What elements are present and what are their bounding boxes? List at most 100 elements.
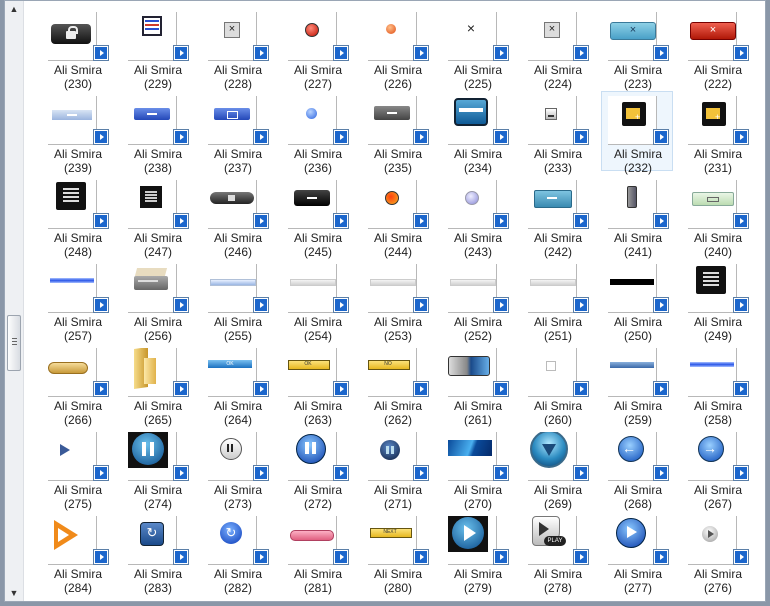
icon-shape bbox=[696, 266, 726, 294]
file-tile[interactable]: Ali Smira (276) bbox=[681, 511, 753, 595]
file-number-label: (229) bbox=[143, 77, 172, 91]
file-tile[interactable]: × Ali Smira (222) bbox=[681, 7, 753, 91]
file-tile[interactable]: → Ali Smira (267) bbox=[681, 427, 753, 511]
file-tile[interactable]: Ali Smira (243) bbox=[441, 175, 513, 259]
icon-shape: ↻ bbox=[140, 522, 164, 546]
file-number-label: (225) bbox=[463, 77, 492, 91]
file-number-label: (270) bbox=[463, 497, 492, 511]
shortcut-arrow-icon bbox=[654, 466, 668, 480]
file-tile[interactable]: Ali Smira (226) bbox=[361, 7, 433, 91]
file-tile[interactable]: Ali Smira (241) bbox=[601, 175, 673, 259]
file-number-label: (231) bbox=[703, 161, 732, 175]
file-tile[interactable]: Ali Smira (234) bbox=[441, 91, 513, 175]
icon-shape bbox=[68, 26, 78, 34]
file-tile[interactable]: Ali Smira (284) bbox=[41, 511, 113, 595]
file-author-label: Ali Smira bbox=[293, 483, 342, 497]
file-tile[interactable]: Ali Smira (252) bbox=[441, 259, 513, 343]
file-tile[interactable]: PLAY Ali Smira (278) bbox=[521, 511, 593, 595]
file-tile[interactable]: × Ali Smira (223) bbox=[601, 7, 673, 91]
shortcut-arrow-icon bbox=[414, 466, 428, 480]
file-tile[interactable]: NEXT Ali Smira (280) bbox=[361, 511, 433, 595]
file-author-label: Ali Smira bbox=[613, 315, 662, 329]
file-tile[interactable]: Ali Smira (257) bbox=[41, 259, 113, 343]
icon-shape bbox=[48, 362, 88, 374]
file-tile[interactable]: Ali Smira (250) bbox=[601, 259, 673, 343]
file-tile[interactable]: Ali Smira (240) bbox=[681, 175, 753, 259]
file-tile[interactable]: Ali Smira (259) bbox=[601, 343, 673, 427]
file-tile[interactable]: Ali Smira (244) bbox=[361, 175, 433, 259]
file-tile[interactable]: Ali Smira (277) bbox=[601, 511, 673, 595]
file-tile[interactable]: Ali Smira (258) bbox=[681, 343, 753, 427]
file-tile[interactable]: Ali Smira (272) bbox=[281, 427, 353, 511]
file-tile[interactable]: Ali Smira (238) bbox=[121, 91, 193, 175]
file-tile[interactable]: Ali Smira (271) bbox=[361, 427, 433, 511]
file-author-label: Ali Smira bbox=[53, 147, 102, 161]
file-tile[interactable]: Ali Smira (246) bbox=[201, 175, 273, 259]
file-tile[interactable]: ← Ali Smira (268) bbox=[601, 427, 673, 511]
file-number-label: (278) bbox=[543, 581, 572, 595]
file-tile[interactable]: × Ali Smira (228) bbox=[201, 7, 273, 91]
file-number-label: (253) bbox=[383, 329, 412, 343]
scroll-thumb[interactable] bbox=[7, 315, 21, 371]
file-tile[interactable]: Ali Smira (242) bbox=[521, 175, 593, 259]
icon-shape bbox=[448, 356, 490, 376]
blue-orb-icon bbox=[528, 432, 577, 481]
scroll-up-button[interactable]: ▲ bbox=[6, 1, 22, 17]
file-author-label: Ali Smira bbox=[453, 147, 502, 161]
file-tile[interactable]: OK Ali Smira (263) bbox=[281, 343, 353, 427]
file-author-label: Ali Smira bbox=[53, 399, 102, 413]
shortcut-arrow-icon bbox=[414, 550, 428, 564]
light-blue-bar-icon bbox=[208, 264, 257, 313]
red-close-tab-icon: × bbox=[688, 12, 737, 61]
file-tile[interactable]: Ali Smira (281) bbox=[281, 511, 353, 595]
file-tile[interactable]: Ali Smira (237) bbox=[201, 91, 273, 175]
file-tile[interactable]: × Ali Smira (224) bbox=[521, 7, 593, 91]
file-tile[interactable]: ↻ Ali Smira (282) bbox=[201, 511, 273, 595]
file-tile[interactable]: Ali Smira (273) bbox=[201, 427, 273, 511]
file-tile[interactable]: Ali Smira (236) bbox=[281, 91, 353, 175]
file-tile[interactable]: Ali Smira (266) bbox=[41, 343, 113, 427]
file-tile[interactable]: Ali Smira (256) bbox=[121, 259, 193, 343]
file-tile[interactable]: Ali Smira (247) bbox=[121, 175, 193, 259]
file-tile[interactable]: NO Ali Smira (262) bbox=[361, 343, 433, 427]
file-tile[interactable]: Ali Smira (253) bbox=[361, 259, 433, 343]
shortcut-arrow-icon bbox=[654, 46, 668, 60]
file-author-label: Ali Smira bbox=[53, 483, 102, 497]
icon-shape bbox=[228, 195, 235, 201]
file-tile[interactable]: Ali Smira (230) bbox=[41, 7, 113, 91]
file-tile[interactable]: Ali Smira (249) bbox=[681, 259, 753, 343]
file-number-label: (249) bbox=[703, 329, 732, 343]
file-tile[interactable]: ↻ Ali Smira (283) bbox=[121, 511, 193, 595]
file-tile[interactable]: + Ali Smira (231) bbox=[681, 91, 753, 175]
shortcut-arrow-icon bbox=[414, 130, 428, 144]
file-tile[interactable]: Ali Smira (233) bbox=[521, 91, 593, 175]
file-tile[interactable]: × Ali Smira (225) bbox=[441, 7, 513, 91]
file-tile[interactable]: Ali Smira (245) bbox=[281, 175, 353, 259]
file-author-label: Ali Smira bbox=[373, 147, 422, 161]
file-tile[interactable]: Ali Smira (254) bbox=[281, 259, 353, 343]
shortcut-arrow-icon bbox=[734, 214, 748, 228]
file-tile[interactable]: Ali Smira (260) bbox=[521, 343, 593, 427]
file-tile[interactable]: Ali Smira (227) bbox=[281, 7, 353, 91]
file-author-label: Ali Smira bbox=[453, 399, 502, 413]
file-tile[interactable]: OK Ali Smira (264) bbox=[201, 343, 273, 427]
file-tile[interactable]: Ali Smira (255) bbox=[201, 259, 273, 343]
file-tile[interactable]: Ali Smira (269) bbox=[521, 427, 593, 511]
icon-shape bbox=[63, 188, 79, 190]
scroll-down-button[interactable]: ▼ bbox=[6, 585, 22, 601]
file-tile[interactable]: Ali Smira (235) bbox=[361, 91, 433, 175]
file-tile[interactable]: Ali Smira (239) bbox=[41, 91, 113, 175]
file-tile[interactable]: Ali Smira (229) bbox=[121, 7, 193, 91]
vertical-scrollbar[interactable]: ▲ ▼ bbox=[5, 1, 24, 601]
file-tile[interactable]: Ali Smira (265) bbox=[121, 343, 193, 427]
file-tile[interactable]: Ali Smira (274) bbox=[121, 427, 193, 511]
play-gray-icon bbox=[688, 516, 737, 565]
file-tile[interactable]: Ali Smira (261) bbox=[441, 343, 513, 427]
file-tile[interactable]: + Ali Smira (232) bbox=[601, 91, 673, 175]
file-tile[interactable]: Ali Smira (270) bbox=[441, 427, 513, 511]
file-tile[interactable]: Ali Smira (248) bbox=[41, 175, 113, 259]
file-tile[interactable]: Ali Smira (251) bbox=[521, 259, 593, 343]
file-tile[interactable]: Ali Smira (275) bbox=[41, 427, 113, 511]
file-tile[interactable]: Ali Smira (279) bbox=[441, 511, 513, 595]
vertical-slider-icon bbox=[608, 180, 657, 229]
